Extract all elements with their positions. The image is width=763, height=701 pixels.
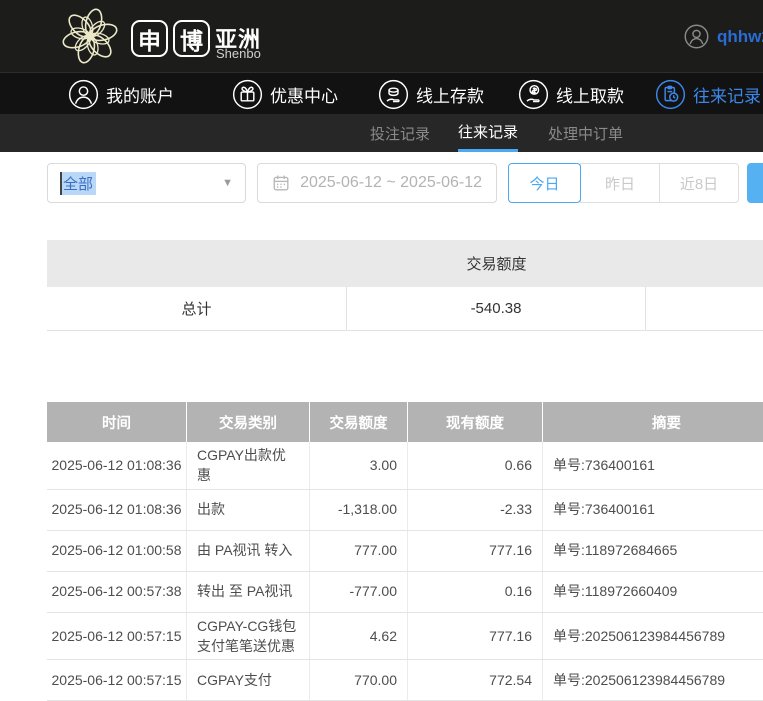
cell-summary: 单号:118972684665 (543, 531, 763, 571)
cell-type: CGPAY出款优惠 (187, 442, 310, 489)
records-tab-bar: 投注记录 往来记录 处理中订单 (0, 114, 763, 152)
transactions-table: 时间 交易类别 交易额度 现有额度 摘要 2025-06-12 01:08:36… (47, 402, 763, 701)
nav-item-promotions[interactable]: 优惠中心 (232, 73, 338, 115)
nav-item-deposit[interactable]: 线上存款 (378, 73, 484, 115)
nav-item-label: 线上取款 (556, 82, 624, 107)
chevron-down-icon: ▼ (222, 177, 233, 189)
column-header-time: 时间 (47, 402, 187, 442)
top-header: 申 博 亚洲 Shenbo qhhw2 (0, 0, 763, 72)
tab-label: 往来记录 (458, 121, 518, 142)
transaction-type-select[interactable]: 全部 ▼ (47, 163, 246, 203)
cell-summary: 单号:118972660409 (543, 572, 763, 612)
user-account-area[interactable]: qhhw2 (684, 24, 763, 49)
cell-type: CGPAY支付 (187, 660, 310, 700)
cell-time: 2025-06-12 00:57:15 (47, 613, 187, 660)
nav-item-label: 线上存款 (416, 82, 484, 107)
date-range-input[interactable]: 2025-06-12 ~ 2025-06-12 (257, 163, 497, 203)
table-row: 2025-06-12 00:57:15 CGPAY-CG钱包支付笔笔送优惠 4.… (47, 613, 763, 661)
nav-item-label: 往来记录 (693, 82, 761, 107)
table-row: 2025-06-12 01:00:58 由 PA视讯 转入 777.00 777… (47, 531, 763, 572)
cell-balance: 0.66 (408, 442, 543, 489)
cell-amount: 4.62 (310, 613, 408, 660)
logo-char-shen: 申 (131, 20, 168, 57)
summary-total-value: -540.38 (347, 287, 646, 330)
cell-amount: 3.00 (310, 442, 408, 489)
transactions-table-header: 时间 交易类别 交易额度 现有额度 摘要 (47, 402, 763, 442)
selected-type-text: 全部 (60, 172, 96, 195)
summary-empty-cell (646, 287, 763, 330)
column-header-amount: 交易额度 (310, 402, 408, 442)
cell-summary: 单号:736400161 (543, 490, 763, 530)
search-button[interactable] (747, 163, 763, 203)
nav-item-withdraw[interactable]: 线上取款 (518, 73, 624, 115)
last-8-days-button[interactable]: 近8日 (659, 163, 739, 203)
column-header-balance: 现有额度 (408, 402, 543, 442)
tab-processing-orders[interactable]: 处理中订单 (548, 114, 623, 152)
nav-item-transaction-records[interactable]: 往来记录 (655, 73, 761, 115)
column-header-type: 交易类别 (187, 402, 310, 442)
tab-label: 处理中订单 (548, 123, 623, 144)
table-row: 2025-06-12 00:57:15 CGPAY支付 770.00 772.5… (47, 660, 763, 701)
nav-item-my-account[interactable]: 我的账户 (68, 73, 174, 115)
cell-balance: 0.16 (408, 572, 543, 612)
logo-subtitle: Shenbo (216, 46, 261, 61)
today-button[interactable]: 今日 (508, 163, 581, 203)
cell-time: 2025-06-12 01:08:36 (47, 442, 187, 489)
summary-table-header: 交易额度 (47, 240, 763, 287)
cell-type: 出款 (187, 490, 310, 530)
cell-summary: 单号:202506123984456789 (543, 613, 763, 660)
table-row: 2025-06-12 01:08:36 出款 -1,318.00 -2.33 单… (47, 490, 763, 531)
summary-header-amount: 交易额度 (347, 253, 646, 274)
cell-amount: -777.00 (310, 572, 408, 612)
table-row: 2025-06-12 01:08:36 CGPAY出款优惠 3.00 0.66 … (47, 442, 763, 490)
cell-balance: 772.54 (408, 660, 543, 700)
cell-amount: 770.00 (310, 660, 408, 700)
summary-total-label: 总计 (47, 287, 347, 330)
cell-amount: 777.00 (310, 531, 408, 571)
logo-char-bo: 博 (173, 20, 210, 57)
cell-time: 2025-06-12 01:00:58 (47, 531, 187, 571)
cell-amount: -1,318.00 (310, 490, 408, 530)
cell-time: 2025-06-12 00:57:15 (47, 660, 187, 700)
flower-logo-icon (57, 3, 123, 69)
cell-summary: 单号:736400161 (543, 442, 763, 489)
deposit-hand-coins-icon (378, 79, 409, 110)
username-text[interactable]: qhhw2 (717, 27, 763, 47)
brand-logo[interactable]: 申 博 亚洲 Shenbo (0, 0, 300, 72)
cell-balance: 777.16 (408, 613, 543, 660)
tab-label: 投注记录 (370, 123, 430, 144)
cell-time: 2025-06-12 00:57:38 (47, 572, 187, 612)
summary-table: 交易额度 总计 -540.38 (47, 240, 763, 331)
table-row: 2025-06-12 00:57:38 转出 至 PA视讯 -777.00 0.… (47, 572, 763, 613)
date-range-text: 2025-06-12 ~ 2025-06-12 (300, 174, 482, 192)
user-avatar-icon (684, 24, 709, 49)
records-clipboard-icon (655, 79, 686, 110)
summary-total-row: 总计 -540.38 (47, 287, 763, 331)
main-navigation: 我的账户 优惠中心 线上存款 线上取款 (0, 72, 763, 114)
nav-item-label: 优惠中心 (270, 82, 338, 107)
cell-summary: 单号:202506123984456789 (543, 660, 763, 700)
nav-item-label: 我的账户 (106, 82, 174, 107)
cell-type: CGPAY-CG钱包支付笔笔送优惠 (187, 613, 310, 660)
gift-icon (232, 79, 263, 110)
withdraw-hand-coin-icon (518, 79, 549, 110)
cell-balance: -2.33 (408, 490, 543, 530)
calendar-icon (272, 173, 290, 193)
quick-date-buttons: 今日 昨日 近8日 (508, 163, 739, 203)
column-header-summary: 摘要 (543, 402, 763, 442)
user-icon (68, 79, 99, 110)
cell-time: 2025-06-12 01:08:36 (47, 490, 187, 530)
cell-balance: 777.16 (408, 531, 543, 571)
cell-type: 转出 至 PA视讯 (187, 572, 310, 612)
tab-transaction-records[interactable]: 往来记录 (458, 114, 518, 152)
yesterday-button[interactable]: 昨日 (580, 163, 660, 203)
cell-type: 由 PA视讯 转入 (187, 531, 310, 571)
tab-betting-records[interactable]: 投注记录 (370, 114, 430, 152)
